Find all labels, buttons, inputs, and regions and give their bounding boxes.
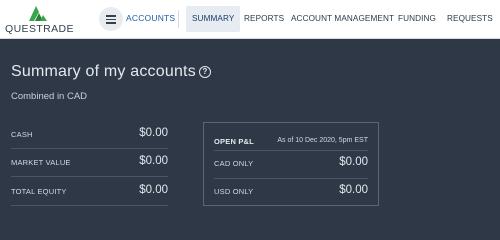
page-title: Summary of my accounts — [11, 63, 196, 80]
tab-requests[interactable]: REQUESTS — [447, 6, 493, 32]
top-nav-bar: QUESTRADE ACCOUNTS SUMMARY REPORTS ACCOU… — [0, 0, 500, 39]
market-value-row: MARKET VALUE $0.00 — [11, 149, 168, 177]
total-equity-label: TOTAL EQUITY — [11, 187, 67, 196]
menu-button[interactable] — [99, 7, 123, 31]
questrade-logo-icon — [29, 6, 47, 21]
total-equity-value: $0.00 — [139, 184, 168, 196]
market-value-value: $0.00 — [139, 155, 168, 167]
tab-summary[interactable]: SUMMARY — [186, 6, 241, 32]
cad-only-label: CAD ONLY — [214, 159, 254, 168]
usd-only-row: USD ONLY $0.00 — [214, 178, 368, 206]
help-icon[interactable]: ? — [199, 66, 211, 78]
questrade-logo[interactable]: QUESTRADE — [5, 4, 87, 36]
currency-subtitle: Combined in CAD — [11, 91, 88, 102]
menu-icon-bar — [106, 18, 116, 21]
cash-value: $0.00 — [139, 127, 168, 139]
cad-only-row: CAD ONLY $0.00 — [214, 150, 368, 178]
usd-only-label: USD ONLY — [214, 187, 254, 196]
usd-only-value: $0.00 — [339, 184, 368, 196]
open-pl-as-of: As of 10 Dec 2020, 5pm EST — [277, 137, 368, 144]
tab-account-management[interactable]: ACCOUNT MANAGEMENT — [291, 6, 394, 32]
logo-wordmark: QUESTRADE — [5, 23, 74, 35]
nav-accounts-link[interactable]: ACCOUNTS — [126, 13, 175, 23]
cash-label: CASH — [11, 130, 33, 139]
open-pl-title: OPEN P&L — [214, 137, 254, 146]
total-equity-row: TOTAL EQUITY $0.00 — [11, 178, 168, 206]
menu-icon — [106, 15, 116, 17]
cad-only-value: $0.00 — [339, 156, 368, 168]
cash-row: CASH $0.00 — [11, 121, 168, 149]
nav-divider — [178, 10, 179, 28]
open-pl-panel: OPEN P&L As of 10 Dec 2020, 5pm EST CAD … — [203, 122, 379, 206]
market-value-label: MARKET VALUE — [11, 158, 71, 167]
tab-reports[interactable]: REPORTS — [244, 6, 284, 32]
menu-icon-bar — [106, 22, 116, 24]
tab-funding[interactable]: FUNDING — [398, 6, 436, 32]
